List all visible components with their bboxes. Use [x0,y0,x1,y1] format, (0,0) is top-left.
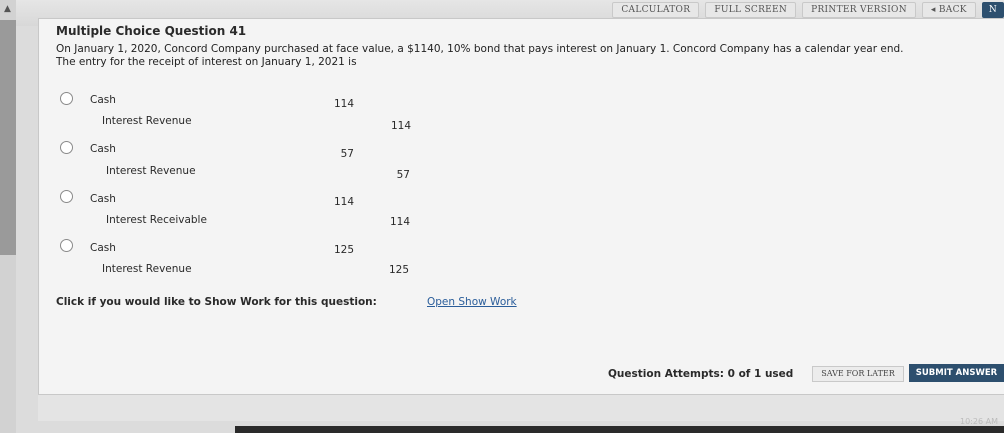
next-button[interactable]: N [981,2,1004,18]
debit-amount: 114 [333,98,354,110]
debit-account: Cash [90,94,116,106]
scroll-up-icon[interactable]: ▲ [4,4,11,14]
debit-amount: 57 [340,148,354,160]
credit-amount: 114 [390,120,411,132]
answer-option-4[interactable]: Cash 125 Interest Revenue 125 [60,239,480,285]
calculator-button[interactable]: CALCULATOR [612,2,700,18]
credit-account: Interest Revenue [102,115,192,127]
debit-amount: 114 [333,196,354,208]
answer-option-2[interactable]: Cash 57 Interest Revenue 57 [60,141,480,187]
credit-account: Interest Receivable [106,214,207,226]
question-title: Multiple Choice Question 41 [56,24,247,38]
left-scrollbar-thumb[interactable] [0,20,16,255]
show-work-prompt: Click if you would like to Show Work for… [56,296,377,308]
question-attempts: Question Attempts: 0 of 1 used [608,368,794,380]
credit-amount: 114 [389,216,410,228]
toolbar: CALCULATOR FULL SCREEN PRINTER VERSION ◂… [606,2,1004,18]
answer-option-3[interactable]: Cash 114 Interest Receivable 114 [60,190,480,236]
radio-button-3[interactable] [60,190,73,203]
back-button[interactable]: ◂ BACK [921,2,976,18]
debit-account: Cash [90,193,116,205]
radio-button-4[interactable] [60,239,73,252]
credit-account: Interest Revenue [106,165,196,177]
taskbar [235,426,1004,433]
question-text-line-1: On January 1, 2020, Concord Company purc… [56,43,904,55]
full-screen-button[interactable]: FULL SCREEN [705,2,797,18]
credit-account: Interest Revenue [102,263,192,275]
question-text: On January 1, 2020, Concord Company purc… [56,43,986,69]
clock: 10:26 AM [960,417,998,426]
submit-answer-button[interactable]: SUBMIT ANSWER [909,364,1004,382]
debit-account: Cash [90,242,116,254]
bottom-bar [38,394,1004,421]
debit-account: Cash [90,143,116,155]
printer-version-button[interactable]: PRINTER VERSION [802,2,916,18]
debit-amount: 125 [333,244,354,256]
radio-button-2[interactable] [60,141,73,154]
answer-option-1[interactable]: Cash 114 Interest Revenue 114 [60,92,480,138]
open-show-work-link[interactable]: Open Show Work [427,296,517,308]
radio-button-1[interactable] [60,92,73,105]
credit-amount: 57 [396,169,410,181]
save-for-later-button[interactable]: SAVE FOR LATER [812,366,904,382]
credit-amount: 125 [388,264,409,276]
question-text-line-2: The entry for the receipt of interest on… [56,56,357,68]
